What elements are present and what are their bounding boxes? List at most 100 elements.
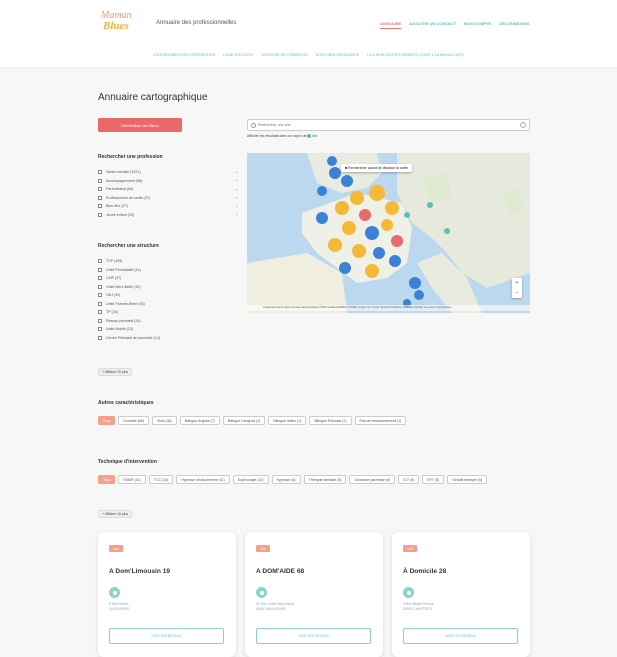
structure-show-more-button[interactable]: + Afficher 20 plus [98, 368, 133, 376]
chip-eft[interactable]: EFT (5) [422, 475, 445, 484]
cluster-marker[interactable] [350, 191, 364, 205]
chip-hypnose[interactable]: Hypnose (8) [271, 475, 301, 484]
profession-item[interactable]: Santé mentale (1021) + [98, 168, 238, 177]
checkbox[interactable] [98, 187, 102, 192]
cluster-marker[interactable] [409, 277, 421, 289]
structure-item[interactable]: TP (26) [98, 308, 238, 317]
checkbox[interactable] [98, 276, 102, 281]
view-details-button[interactable]: VOIR LES DÉTAILS [109, 628, 224, 644]
profession-item[interactable]: Accompagnement (98) + [98, 177, 238, 186]
cluster-marker[interactable] [389, 255, 401, 267]
chip-guidance-parentale[interactable]: Guidance parentale (6) [349, 475, 396, 484]
chip-sophrologie[interactable]: Sophrologie (10) [232, 475, 269, 484]
checkbox[interactable] [98, 284, 102, 289]
search-input[interactable] [248, 120, 529, 130]
subnav-referentes[interactable]: COORDONNÉES DES RÉFÉRENTES [153, 53, 215, 67]
chip-hypnose-ericksonienne[interactable]: Hypnose ericksonienne (11) [176, 475, 230, 484]
zoom-out-button[interactable]: − [512, 288, 522, 298]
checkbox[interactable] [98, 327, 102, 332]
checkbox[interactable] [98, 195, 102, 200]
map-canvas[interactable] [247, 153, 530, 313]
chip-hongrois[interactable]: Bilingue Hongrois (1) [222, 416, 266, 425]
checkbox[interactable] [98, 267, 102, 272]
cluster-marker[interactable] [391, 235, 403, 247]
checkbox[interactable] [98, 170, 102, 175]
subnav-formation[interactable]: SESSIONS DE FORMATION [261, 53, 308, 67]
cluster-marker[interactable] [339, 262, 351, 274]
cluster-marker[interactable] [328, 238, 342, 252]
nav-logout[interactable]: DÉCONNEXION [499, 21, 529, 29]
place-marker[interactable] [444, 228, 450, 234]
place-marker[interactable] [404, 212, 410, 218]
expand-icon[interactable]: + [236, 187, 238, 192]
profession-item[interactable]: Professionnel de santé (47) + [98, 194, 238, 203]
checkbox[interactable] [98, 301, 102, 306]
expand-icon[interactable]: + [236, 195, 238, 200]
cluster-marker[interactable] [365, 264, 379, 278]
expand-icon[interactable]: + [236, 204, 238, 209]
subnav-rencontres[interactable]: LA & RENCONTRES PARENTS (CAFÉ & LA MAIN … [367, 53, 464, 67]
zoom-in-button[interactable]: + [512, 278, 522, 288]
structure-item[interactable]: CMP (37) [98, 274, 238, 283]
view-details-button[interactable]: VOIR LES DÉTAILS [256, 628, 371, 644]
chip-polonais[interactable]: Bilingue Polonais (1) [309, 416, 352, 425]
chip-anglais[interactable]: Bilingue Anglais (7) [179, 416, 220, 425]
place-marker[interactable] [427, 202, 433, 208]
structure-item[interactable]: Réseau périnatal (24) [98, 317, 238, 326]
chip-visio[interactable]: Visio (46) [152, 416, 177, 425]
cluster-marker[interactable] [316, 212, 328, 224]
cluster-marker[interactable] [341, 175, 353, 187]
checkbox[interactable] [98, 204, 102, 209]
checkbox[interactable] [98, 259, 102, 264]
cluster-marker[interactable] [352, 244, 366, 258]
nav-annuaire[interactable]: ANNUAIRE [380, 21, 402, 29]
cluster-marker[interactable] [335, 201, 349, 215]
structure-item[interactable]: HDJ (30) [98, 291, 238, 300]
cluster-marker[interactable] [381, 219, 393, 231]
cluster-marker[interactable] [359, 209, 371, 221]
chip-italien[interactable]: Bilingue Italien (1) [268, 416, 307, 425]
checkbox[interactable] [98, 212, 102, 217]
cluster-marker[interactable] [365, 226, 379, 240]
cluster-marker[interactable] [317, 186, 327, 196]
structure-item[interactable]: Unité Mère-Bébé (33) [98, 283, 238, 292]
cluster-marker[interactable] [327, 156, 337, 166]
chip-icv[interactable]: ICV (5) [398, 475, 420, 484]
cluster-marker[interactable] [329, 167, 341, 179]
technique-show-more-button[interactable]: + Afficher 10 plus [98, 510, 133, 518]
subnav-sites-web[interactable]: SITES WEB RESSOURCE [316, 53, 359, 67]
structure-item[interactable]: Unité Mobile (22) [98, 325, 238, 334]
logo[interactable]: Maman Blues [101, 10, 149, 34]
locate-icon[interactable] [520, 122, 526, 128]
cluster-marker[interactable] [373, 247, 385, 259]
expand-icon[interactable]: + [236, 212, 238, 217]
nav-add-contact[interactable]: AJOUTER UN CONTACT [409, 21, 455, 29]
chip-domicile[interactable]: Domicile (66) [118, 416, 150, 425]
subnav-ligne-ecoute[interactable]: LIGNE D'ÉCOUTE [223, 53, 253, 67]
view-details-button[interactable]: VOIR LES DÉTAILS [403, 628, 518, 644]
checkbox[interactable] [98, 293, 102, 298]
structure-item[interactable]: Unité Parents-Bébé (33) [98, 300, 238, 309]
profession-item[interactable]: Jeune enfant (33) + [98, 211, 238, 220]
profession-item[interactable]: Bien-être (27) + [98, 202, 238, 211]
chip-tous[interactable]: Tous [98, 475, 116, 484]
expand-icon[interactable]: + [236, 178, 238, 183]
structure-item[interactable]: TVP (155) [98, 257, 238, 266]
checkbox[interactable] [98, 178, 102, 183]
cluster-marker[interactable] [342, 221, 356, 235]
cluster-marker[interactable] [369, 185, 385, 201]
reset-filters-button[interactable]: Réinitialiser les filtres [98, 118, 182, 132]
cluster-marker[interactable] [414, 290, 424, 300]
map[interactable] [247, 153, 530, 313]
checkbox[interactable] [98, 335, 102, 340]
cluster-marker[interactable] [385, 201, 399, 215]
expand-icon[interactable]: + [236, 170, 238, 175]
checkbox[interactable] [98, 310, 102, 315]
chip-gestalt[interactable]: Gestalt thérapie (5) [447, 475, 488, 484]
radius-toggle[interactable] [307, 134, 312, 139]
chip-tous[interactable]: Tous [98, 416, 116, 425]
structure-item[interactable]: Centre Périnatal de proximité (14) [98, 334, 238, 343]
checkbox[interactable] [98, 318, 102, 323]
structure-item[interactable]: Unité Périnatalité (41) [98, 266, 238, 275]
chip-remboursement[interactable]: Pas de remboursement (1) [354, 416, 407, 425]
